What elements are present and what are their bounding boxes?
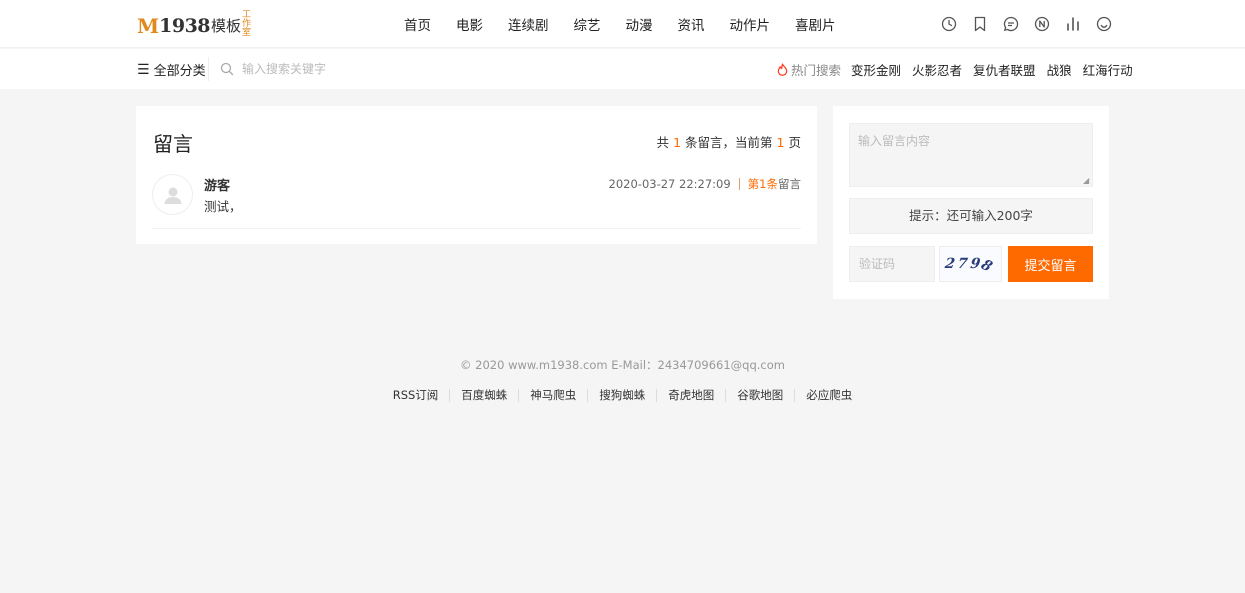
hot-search-item[interactable]: 复仇者联盟	[973, 60, 1036, 79]
comment-content: 测试，	[204, 199, 242, 214]
search-icon[interactable]	[220, 62, 234, 76]
hot-search: 热门搜索 变形金刚 火影忍者 复仇者联盟 战狼 红海行动	[776, 60, 1144, 79]
count-mid: 条留言，当前第	[685, 135, 773, 150]
header-icons	[940, 15, 1126, 32]
hot-search-item[interactable]: 红海行动	[1083, 60, 1133, 79]
copyright: © 2020 www.m1938.com E-Mail：2434709661@q…	[460, 358, 785, 372]
all-categories-label: 全部分类	[153, 64, 206, 79]
nav-item-series[interactable]: 连续剧	[508, 14, 549, 34]
logo-studio: 工 作 室	[242, 11, 251, 38]
guestbook-panel: 留言 共 1 条留言，当前第 1 页 游客 测试， 2020-03-27 22:27:0…	[136, 106, 817, 244]
count-suffix: 页	[788, 135, 801, 150]
comment-count: 共 1 条留言，当前第 1 页	[657, 132, 801, 151]
nav-item-anime[interactable]: 动漫	[626, 14, 653, 34]
footer-link-rss[interactable]: RSS订阅	[382, 389, 450, 402]
divider	[208, 57, 209, 81]
hot-search-item[interactable]: 变形金刚	[851, 60, 901, 79]
hot-search-item[interactable]: 火影忍者	[912, 60, 962, 79]
verification-code-input[interactable]	[849, 246, 935, 282]
message-form: ◢ 提示：还可输入200字 2798 提交留言	[833, 106, 1109, 299]
comment-author: 游客	[204, 179, 231, 194]
all-categories-button[interactable]: ☰ 全部分类	[137, 60, 206, 80]
top-header: M 1938 模板 工 作 室 首页 电影 连续剧 综艺 动漫 资讯 动作片 喜…	[0, 0, 1245, 48]
nav-item-comedy[interactable]: 喜剧片	[795, 14, 836, 34]
footer-link-bing[interactable]: 必应爬虫	[794, 389, 863, 402]
divider	[152, 228, 801, 229]
search-input[interactable]	[242, 62, 502, 76]
user-icon	[164, 187, 181, 204]
message-icon[interactable]	[1002, 15, 1019, 32]
menu-icon: ☰	[137, 61, 150, 78]
count-value: 1	[673, 135, 682, 150]
page-value: 1	[776, 135, 785, 150]
comment-meta: 2020-03-27 22:27:09 第1条 留言	[609, 176, 801, 192]
divider	[738, 178, 740, 190]
fire-icon	[777, 63, 788, 76]
comment-floor-suffix: 留言	[778, 177, 801, 191]
search-box	[220, 58, 520, 80]
resize-handle-icon[interactable]: ◢	[1083, 177, 1091, 185]
nav-item-variety[interactable]: 综艺	[574, 14, 601, 34]
sub-bar: ☰ 全部分类 热门搜索 变形金刚 火影忍者 复仇者联盟 战狼 红海行动	[0, 49, 1245, 89]
count-prefix: 共	[656, 135, 670, 150]
logo-number: 1938	[159, 15, 211, 37]
nav-item-movies[interactable]: 电影	[456, 14, 483, 34]
footer-link-baidu[interactable]: 百度蜘蛛	[449, 389, 518, 402]
n-icon[interactable]	[1033, 15, 1050, 32]
comment-time: 2020-03-27 22:27:09	[608, 177, 731, 191]
char-limit-tip: 提示：还可输入200字	[849, 198, 1093, 234]
comment-floor: 第1条	[747, 177, 778, 191]
bar-chart-icon[interactable]	[1064, 15, 1081, 32]
message-content-input[interactable]	[849, 123, 1093, 187]
logo-text: 模板	[211, 17, 242, 35]
site-logo[interactable]: M 1938 模板 工 作 室	[137, 10, 251, 39]
captcha-image[interactable]: 2798	[939, 246, 1002, 282]
captcha-text: 2798	[944, 256, 998, 277]
bookmark-icon[interactable]	[971, 15, 988, 32]
avatar	[152, 174, 193, 215]
main-nav: 首页 电影 连续剧 综艺 动漫 资讯 动作片 喜剧片	[404, 0, 861, 48]
smile-icon[interactable]	[1095, 15, 1112, 32]
hot-search-label: 热门搜索	[791, 63, 842, 78]
footer-link-shenma[interactable]: 神马爬虫	[518, 389, 587, 402]
footer-link-sogou[interactable]: 搜狗蜘蛛	[587, 389, 656, 402]
footer-link-qihoo[interactable]: 奇虎地图	[656, 389, 725, 402]
nav-item-news[interactable]: 资讯	[678, 14, 705, 34]
clock-icon[interactable]	[940, 15, 957, 32]
footer-links: RSS订阅 百度蜘蛛 神马爬虫 搜狗蜘蛛 奇虎地图 谷歌地图 必应爬虫	[0, 389, 1245, 402]
logo-m: M	[137, 14, 160, 38]
hot-search-item[interactable]: 战狼	[1047, 60, 1072, 79]
submit-message-button[interactable]: 提交留言	[1008, 246, 1093, 282]
logo-studio-char: 室	[242, 28, 252, 38]
page-title: 留言	[153, 132, 193, 156]
nav-item-home[interactable]: 首页	[404, 14, 431, 34]
footer-link-google[interactable]: 谷歌地图	[725, 389, 794, 402]
nav-item-action[interactable]: 动作片	[730, 14, 771, 34]
